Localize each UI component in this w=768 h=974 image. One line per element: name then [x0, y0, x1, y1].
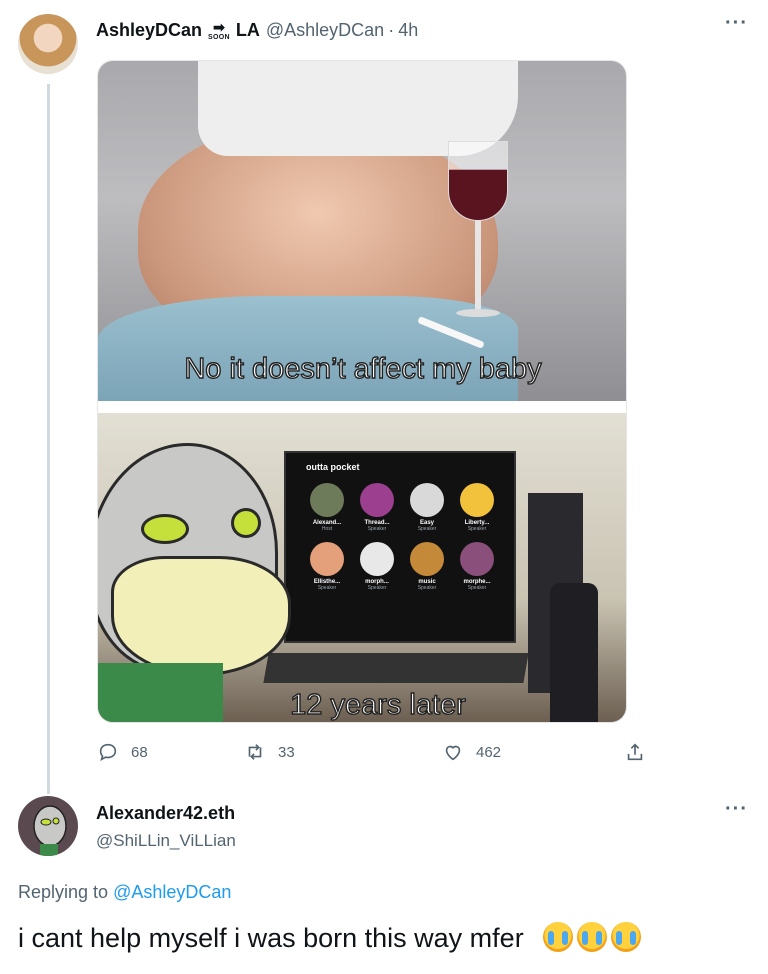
replying-prefix: Replying to — [18, 882, 109, 902]
speaker-role: Speaker — [467, 585, 487, 591]
speaker-item: Liberty... Speaker — [452, 483, 502, 532]
speakers-grid: Alexand... Host Thread... Speaker Easy Speake… — [302, 483, 502, 591]
more-options-icon[interactable]: ··· — [725, 798, 748, 821]
speaker-role: Speaker — [417, 585, 437, 591]
meme-top-panel: No it doesn’t affect my baby — [98, 61, 626, 406]
avatar[interactable] — [18, 796, 78, 856]
meme-caption-bottom: 12 years later — [289, 688, 466, 721]
crying-face-emoji-icon — [543, 922, 574, 952]
wine-glass-icon — [448, 141, 508, 331]
tweet-text: i cant help myself i was born this way m… — [18, 922, 642, 954]
lizard-jaw — [111, 556, 291, 676]
speaker-role: Speaker — [467, 526, 487, 532]
lizard-character — [98, 443, 291, 676]
speaker-role: Host — [321, 526, 333, 532]
speaker-item: Thread... Speaker — [352, 483, 402, 532]
tweet-media-image[interactable]: No it doesn’t affect my baby outta pocke… — [97, 60, 627, 723]
reply-count: 68 — [131, 743, 148, 761]
speaker-item: Easy Speaker — [402, 483, 452, 532]
heart-icon — [445, 745, 461, 761]
retweet-button[interactable]: 33 — [244, 741, 295, 763]
tweet-text-content: i cant help myself i was born this way m… — [18, 923, 524, 953]
speaker-role: Speaker — [417, 526, 437, 532]
separator-dot: · — [388, 19, 395, 40]
like-button[interactable]: 462 — [442, 741, 501, 763]
crying-face-emoji-icon — [611, 922, 642, 952]
replying-to: Replying to @AshleyDCan — [18, 882, 231, 903]
tweet-header: AshleyDCan ➡ SOON LA @AshleyDCan · 4h — [96, 18, 418, 42]
eye-icon — [231, 508, 261, 538]
share-icon — [627, 743, 643, 761]
speaker-avatar — [310, 542, 344, 576]
speaker-item: music Speaker — [402, 542, 452, 591]
reply-icon — [99, 743, 117, 761]
thread-connector-line — [47, 84, 50, 794]
monitor-screen: outta pocket Alexand... Host Thread... Spea… — [284, 451, 516, 643]
replying-handle-link[interactable]: @AshleyDCan — [113, 882, 231, 902]
speaker-avatar — [460, 483, 494, 517]
speaker-avatar — [360, 542, 394, 576]
timestamp[interactable]: 4h — [398, 20, 418, 41]
display-name[interactable]: AshleyDCan — [96, 20, 202, 41]
meme-divider — [98, 401, 626, 413]
avatar[interactable] — [18, 14, 78, 74]
reply-button[interactable]: 68 — [97, 741, 148, 763]
like-count: 462 — [476, 743, 502, 761]
eye-icon — [141, 514, 189, 544]
speaker-avatar — [410, 483, 444, 517]
screen-title: outta pocket — [306, 462, 360, 472]
speaker-avatar — [360, 483, 394, 517]
soon-arrow-badge: ➡ SOON — [208, 20, 230, 41]
speaker-role: Speaker — [367, 585, 387, 591]
tweet-actions: 68 33 462 — [97, 741, 657, 767]
speaker-role: Speaker — [317, 585, 337, 591]
arrow-right-icon: ➡ — [213, 18, 225, 35]
display-name-suffix[interactable]: LA — [236, 20, 260, 41]
more-options-icon[interactable]: ··· — [725, 12, 748, 35]
speaker-box — [550, 583, 598, 722]
speaker-role: Speaker — [367, 526, 387, 532]
user-handle[interactable]: @ShiLLin_ViLLian — [96, 831, 236, 851]
meme-caption-top: No it doesn’t affect my baby — [184, 352, 543, 385]
share-button[interactable] — [624, 741, 658, 763]
speaker-avatar — [410, 542, 444, 576]
retweet-icon — [248, 744, 262, 760]
user-handle[interactable]: @AshleyDCan — [266, 20, 384, 41]
soon-label: SOON — [208, 33, 230, 41]
speaker-item: morphe... Speaker — [452, 542, 502, 591]
retweet-count: 33 — [278, 743, 295, 761]
character-shirt — [98, 663, 223, 722]
emoji-group — [539, 922, 642, 953]
meme-bottom-panel: outta pocket Alexand... Host Thread... Spea… — [98, 413, 626, 722]
speaker-avatar — [310, 483, 344, 517]
speaker-item: morph... Speaker — [352, 542, 402, 591]
speaker-item: Alexand... Host — [302, 483, 352, 532]
lizard-avatar-icon — [33, 805, 67, 856]
display-name[interactable]: Alexander42.eth — [96, 803, 235, 824]
speaker-item: Ellisthe... Speaker — [302, 542, 352, 591]
keyboard — [263, 653, 529, 683]
speaker-avatar — [460, 542, 494, 576]
crying-face-emoji-icon — [577, 922, 608, 952]
